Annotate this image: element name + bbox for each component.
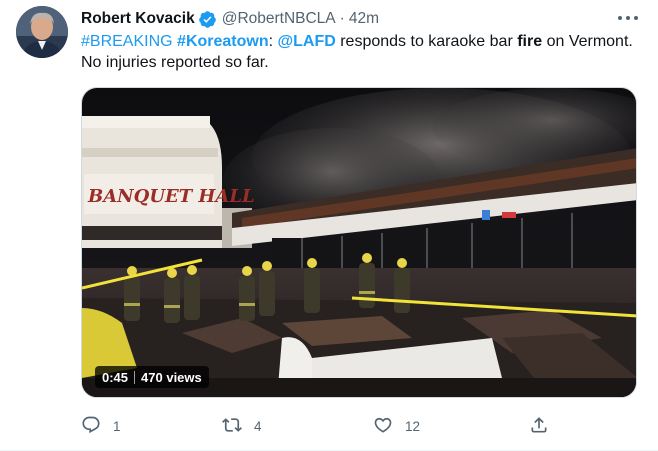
reply-count: 1 — [113, 418, 121, 434]
timestamp[interactable]: 42m — [349, 10, 379, 28]
hashtag-koreatown[interactable]: #Koreatown — [177, 33, 269, 50]
text-segment: : — [268, 33, 278, 50]
video-views: 470 views — [141, 369, 202, 385]
retweet-icon — [222, 415, 242, 438]
heart-icon — [373, 415, 393, 438]
avatar[interactable] — [16, 6, 68, 58]
video-thumbnail: BANQUET HALL — [82, 88, 636, 397]
retweet-count: 4 — [254, 418, 262, 434]
video-player[interactable]: BANQUET HALL — [81, 87, 637, 398]
more-options-icon[interactable] — [618, 9, 638, 27]
text-segment-bold: fire — [517, 33, 543, 50]
like-count: 12 — [405, 418, 421, 434]
retweet-button[interactable]: 4 — [222, 414, 262, 438]
tweet-actions: 1 4 12 — [81, 414, 551, 438]
author-handle[interactable]: @RobertNBCLA — [222, 10, 336, 28]
reply-icon — [81, 415, 101, 438]
share-button[interactable] — [529, 414, 549, 438]
badge-divider — [134, 370, 136, 384]
video-stats-badge: 0:45 470 views — [95, 366, 209, 388]
author-name[interactable]: Robert Kovacik — [81, 10, 195, 28]
hashtag-breaking[interactable]: #BREAKING — [81, 33, 173, 50]
verified-badge-icon — [198, 10, 217, 29]
tweet-card[interactable]: Robert Kovacik @RobertNBCLA · 42m #BREAK… — [0, 0, 658, 451]
like-button[interactable]: 12 — [373, 414, 420, 438]
mention-lafd[interactable]: @LAFD — [278, 33, 336, 50]
share-icon — [529, 415, 549, 438]
banquet-hall-sign: BANQUET HALL — [87, 186, 255, 207]
tweet-header: Robert Kovacik @RobertNBCLA · 42m — [81, 8, 379, 30]
text-segment: responds to karaoke bar — [335, 33, 518, 50]
tweet-text: #BREAKING #Koreatown: @LAFD responds to … — [81, 32, 641, 73]
separator-dot: · — [339, 10, 345, 27]
reply-button[interactable]: 1 — [81, 414, 121, 438]
video-duration: 0:45 — [102, 369, 129, 385]
